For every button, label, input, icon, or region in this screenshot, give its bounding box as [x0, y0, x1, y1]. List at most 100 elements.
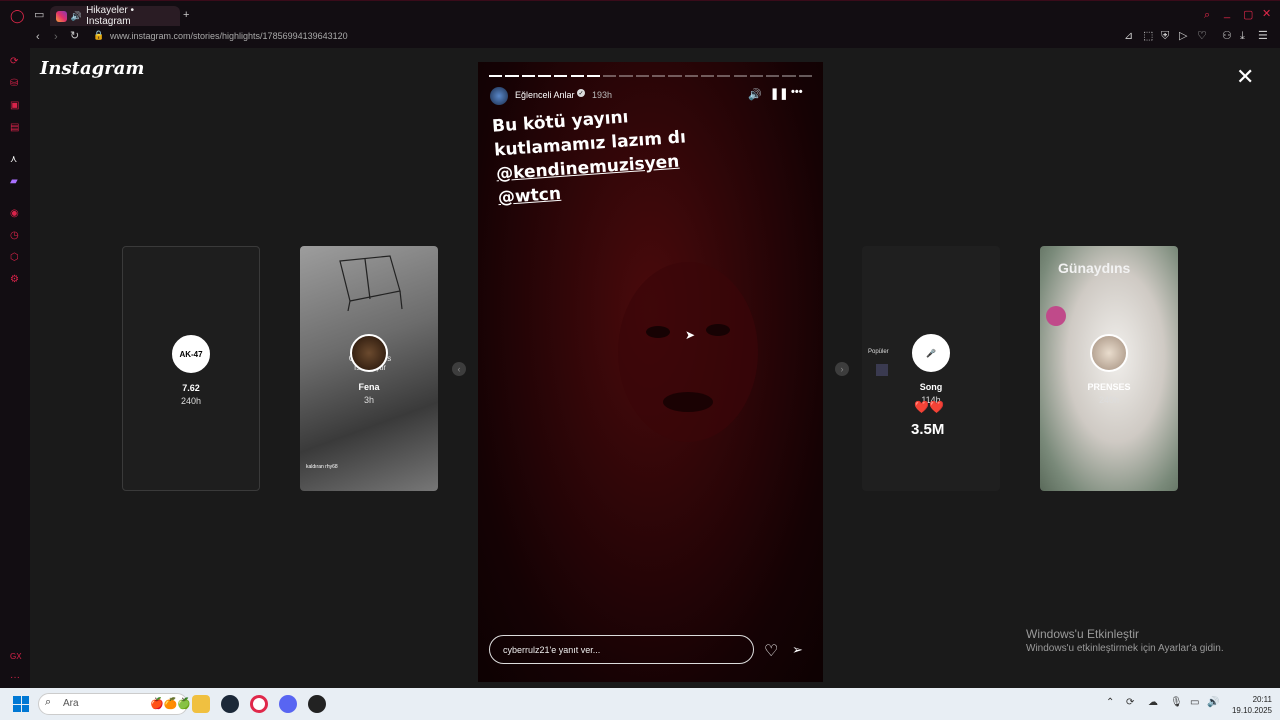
volume-icon[interactable]: 🔊 — [748, 90, 762, 101]
progress-segment — [733, 75, 747, 77]
windows-activation-subtitle: Windows'u etkinleştirmek için Ayarlar'a … — [1026, 643, 1224, 654]
story-video-frame — [618, 262, 758, 442]
search-icon[interactable]: ⌕ — [1204, 10, 1210, 21]
flower-image — [1046, 306, 1066, 326]
song-thumbnail — [876, 364, 888, 376]
send-icon[interactable]: ➢ — [792, 642, 803, 658]
shield-icon[interactable]: ⛨ — [1161, 31, 1169, 42]
new-tab-button[interactable]: + — [183, 10, 189, 21]
progress-segment — [537, 75, 552, 77]
chat-icon[interactable]: ▣ — [10, 100, 19, 111]
count-text: 3.5M — [911, 421, 945, 438]
card-name: Song — [919, 382, 943, 392]
menu-icon[interactable]: ☰ — [1258, 31, 1268, 42]
story-card-song[interactable]: Popüler 🎤 Song 114h ❤️❤️ 3.5M — [862, 246, 1000, 491]
taskbar-clock[interactable]: 20:11 19.10.2025 — [1230, 694, 1272, 716]
cloud-icon[interactable]: ☁ — [1148, 697, 1158, 708]
pin-icon[interactable]: ⊿ — [1124, 31, 1133, 42]
tray-chevron-icon[interactable]: ⌃ — [1106, 697, 1114, 708]
refresh-icon[interactable]: ⟳ — [10, 56, 18, 67]
active-story[interactable]: Eğlenceli Anlar ✓ 193h 🔊 ❚❚ ••• Bu kötü … — [478, 62, 823, 682]
story-time: 193h — [592, 90, 613, 100]
card-time: 3h — [363, 395, 374, 405]
card-overlay-text: Günaydıns — [1058, 260, 1131, 276]
close-window-button[interactable]: ✕ — [1262, 9, 1271, 20]
story-card-762[interactable]: AK-47 7.62 240h — [122, 246, 260, 491]
opera-gx-icon[interactable] — [250, 695, 268, 713]
windows-start-icon[interactable] — [13, 696, 29, 712]
heart-icon[interactable]: ♡ — [1197, 31, 1207, 42]
card-name: 7.62 — [182, 383, 200, 393]
minimize-button[interactable]: _ — [1224, 8, 1230, 19]
lock-icon: 🔒 — [93, 30, 105, 40]
maximize-button[interactable]: ▢ — [1243, 10, 1253, 21]
record-icon[interactable]: ◉ — [10, 208, 19, 219]
story-username[interactable]: Eğlenceli Anlar — [515, 90, 575, 100]
search-icon: ⌕ — [45, 696, 52, 708]
tab-instagram[interactable]: 🔊 Hikayeler • Instagram — [50, 5, 180, 27]
hearts-text: ❤️❤️ — [914, 400, 944, 414]
more-options-icon[interactable]: ••• — [791, 87, 803, 98]
screenshot-icon[interactable]: ⬚ — [1143, 31, 1153, 42]
progress-segment — [521, 75, 535, 77]
opera-logo-icon[interactable]: ◯ — [10, 9, 25, 22]
progress-segment — [700, 75, 715, 77]
progress-segment — [619, 75, 633, 77]
like-heart-icon[interactable]: ♡ — [764, 641, 778, 661]
card-name: PRENSES — [1087, 382, 1131, 392]
news-icon[interactable]: ▤ — [10, 122, 19, 133]
close-stories-button[interactable]: ✕ — [1236, 64, 1254, 90]
extension-icon[interactable]: ⬡ — [10, 252, 19, 263]
account-icon[interactable]: ⚇ — [1222, 31, 1232, 42]
download-icon[interactable]: ⤓ — [1240, 31, 1245, 42]
url-text[interactable]: www.instagram.com/stories/highlights/178… — [110, 31, 348, 41]
bag-icon[interactable]: ⛁ — [10, 78, 18, 89]
reply-input[interactable]: cyberrulz21'e yanıt ver... — [489, 635, 754, 664]
history-icon[interactable]: ◷ — [10, 230, 19, 241]
instagram-logo[interactable]: Instagram — [40, 58, 144, 79]
play-icon[interactable]: ▷ — [1179, 31, 1187, 42]
progress-segment — [717, 75, 731, 77]
tab-list-icon[interactable]: ▭ — [34, 10, 44, 21]
progress-segment — [668, 75, 682, 77]
tab-title: Hikayeler • Instagram — [86, 5, 135, 27]
gx-icon[interactable]: GX — [10, 652, 22, 661]
progress-segment — [635, 75, 649, 77]
story-card-fena[interactable]: Camo... Id's İstemiştir Fena 3h kaldıran… — [300, 246, 438, 491]
microphone-icon[interactable]: 🎙 — [1170, 697, 1183, 708]
twitch-icon[interactable]: ▰ — [10, 176, 18, 187]
avatar: AK-47 — [172, 335, 210, 373]
progress-segment — [798, 75, 812, 77]
next-story-arrow[interactable]: › — [835, 362, 849, 376]
steam-icon[interactable] — [221, 695, 239, 713]
sync-icon[interactable]: ⟳ — [1126, 697, 1134, 708]
progress-segment — [603, 75, 617, 77]
pause-icon[interactable]: ❚❚ — [770, 89, 788, 100]
more-icon[interactable]: ··· — [10, 672, 20, 683]
card-name: Fena — [358, 382, 380, 392]
story-avatar[interactable] — [490, 87, 508, 105]
aria-icon[interactable]: ⋏ — [10, 154, 17, 165]
progress-segment — [570, 75, 584, 77]
story-mention[interactable]: @wtcn — [497, 184, 561, 208]
file-explorer-icon[interactable] — [192, 695, 210, 713]
back-button[interactable]: ‹ — [36, 32, 40, 43]
discord-icon[interactable] — [279, 695, 297, 713]
reload-button[interactable]: ↻ — [70, 31, 79, 42]
progress-segment — [586, 75, 601, 77]
settings-icon[interactable]: ⚙ — [10, 274, 19, 285]
previous-story-arrow[interactable]: ‹ — [452, 362, 466, 376]
card-time: 240h — [180, 396, 202, 406]
card-overlay-label: Popüler — [868, 349, 889, 355]
fruit-widget-icon[interactable]: 🍎🍊🍏 — [150, 697, 191, 710]
progress-segment — [489, 75, 503, 77]
network-icon[interactable]: ▭ — [1190, 697, 1199, 708]
avatar — [350, 334, 388, 372]
volume-icon[interactable]: 🔊 — [1207, 697, 1219, 708]
story-card-prenses[interactable]: Günaydıns PRENSES 240h — [1040, 246, 1178, 491]
progress-segment — [749, 75, 764, 77]
speaker-icon[interactable]: 🔊 — [71, 11, 82, 21]
forward-button[interactable]: › — [54, 32, 58, 43]
app-icon[interactable] — [308, 695, 326, 713]
card-time: 240h — [1098, 395, 1120, 405]
